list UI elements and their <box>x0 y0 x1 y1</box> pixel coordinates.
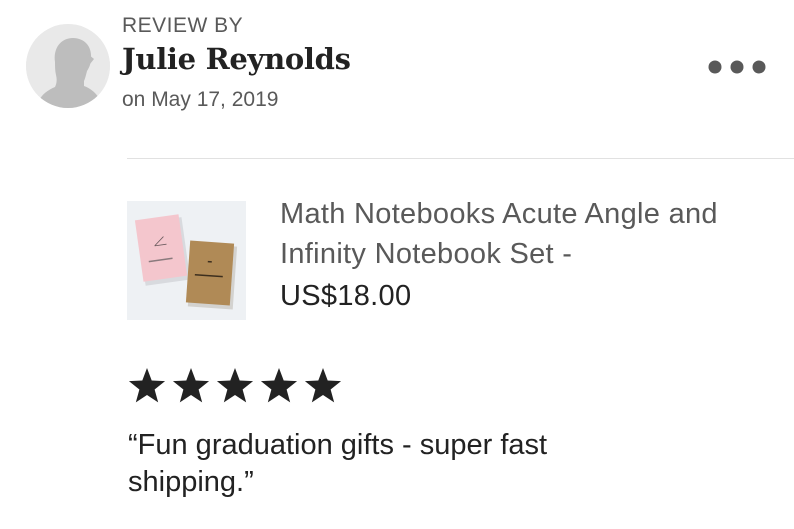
divider <box>127 158 794 159</box>
star-icon <box>128 368 166 403</box>
review-date: on May 17, 2019 <box>122 88 279 111</box>
star-icon <box>260 368 298 403</box>
review-text: “Fun graduation gifts - super fast shipp… <box>128 429 548 498</box>
product-price: US$18.00 <box>280 280 412 312</box>
review-by-label: REVIEW BY <box>122 14 244 37</box>
star-icon <box>304 368 342 403</box>
reviewer-avatar[interactable] <box>26 24 110 108</box>
more-options-icon <box>708 60 766 74</box>
reviewer-name[interactable]: Julie Reynolds <box>122 42 351 76</box>
review-card: REVIEW BY Julie Reynolds on May 17, 2019… <box>0 0 794 529</box>
star-rating <box>128 366 358 406</box>
product-title[interactable]: Math Notebooks Acute Angle and Infinity … <box>280 194 750 274</box>
default-user-silhouette-icon <box>26 24 110 108</box>
notebooks-product-photo <box>127 201 246 320</box>
star-rating-stars <box>128 368 342 403</box>
star-icon <box>172 368 210 403</box>
product-image[interactable] <box>127 201 246 320</box>
more-options-button[interactable] <box>704 52 770 82</box>
star-icon <box>216 368 254 403</box>
